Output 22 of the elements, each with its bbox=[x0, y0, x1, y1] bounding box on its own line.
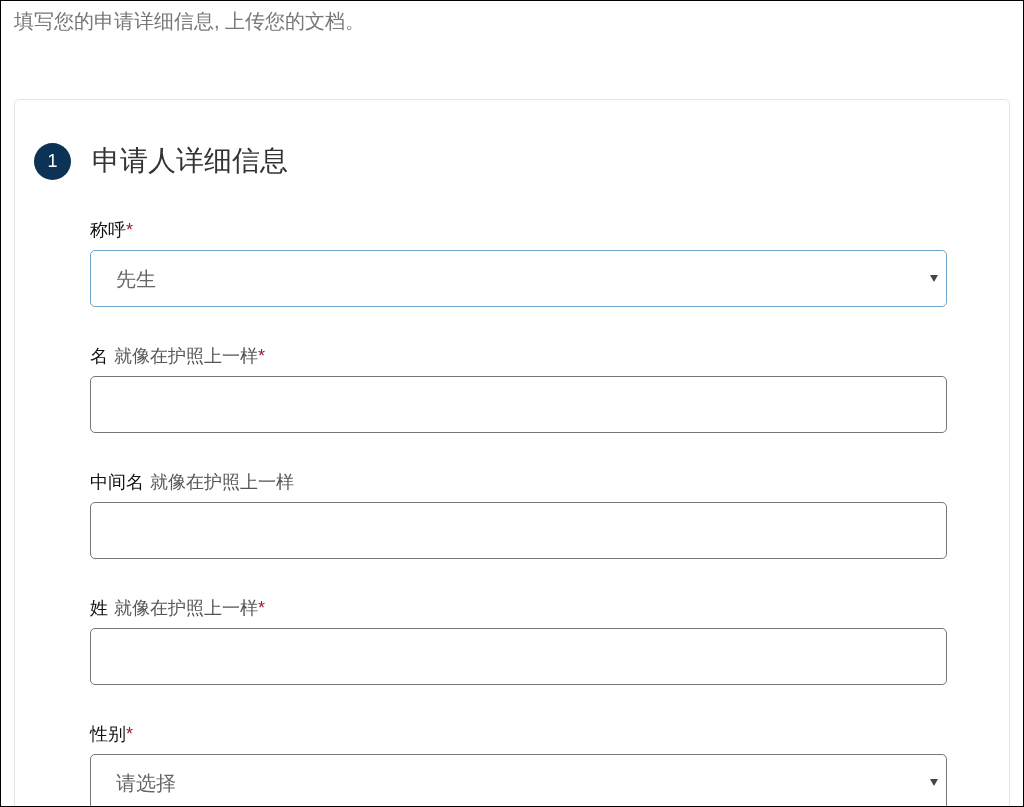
caret-icon bbox=[930, 275, 938, 282]
intro-text: 填写您的申请详细信息, 上传您的文档。 bbox=[13, 9, 367, 34]
select-field[interactable]: 请选择 bbox=[90, 754, 947, 806]
field-label: 中间名 bbox=[90, 471, 144, 494]
select-field[interactable]: 先生 bbox=[90, 250, 947, 307]
required-mark: * bbox=[258, 597, 265, 620]
field-hint: 就像在护照上一样 bbox=[114, 345, 258, 368]
field-label: 称呼 bbox=[90, 219, 126, 242]
section-title: 申请人详细信息 bbox=[92, 144, 288, 178]
required-mark: * bbox=[126, 219, 133, 242]
required-mark: * bbox=[126, 723, 133, 746]
field-label: 名 bbox=[90, 345, 108, 368]
text-field[interactable] bbox=[90, 376, 947, 433]
text-field[interactable] bbox=[90, 502, 947, 559]
required-mark: * bbox=[258, 345, 265, 368]
field-label: 性别 bbox=[90, 723, 126, 746]
field-label: 姓 bbox=[90, 597, 108, 620]
field-hint: 就像在护照上一样 bbox=[114, 597, 258, 620]
field-hint: 就像在护照上一样 bbox=[150, 471, 294, 494]
caret-icon bbox=[930, 779, 938, 786]
text-field[interactable] bbox=[90, 628, 947, 685]
step-number: 1 bbox=[34, 142, 71, 180]
